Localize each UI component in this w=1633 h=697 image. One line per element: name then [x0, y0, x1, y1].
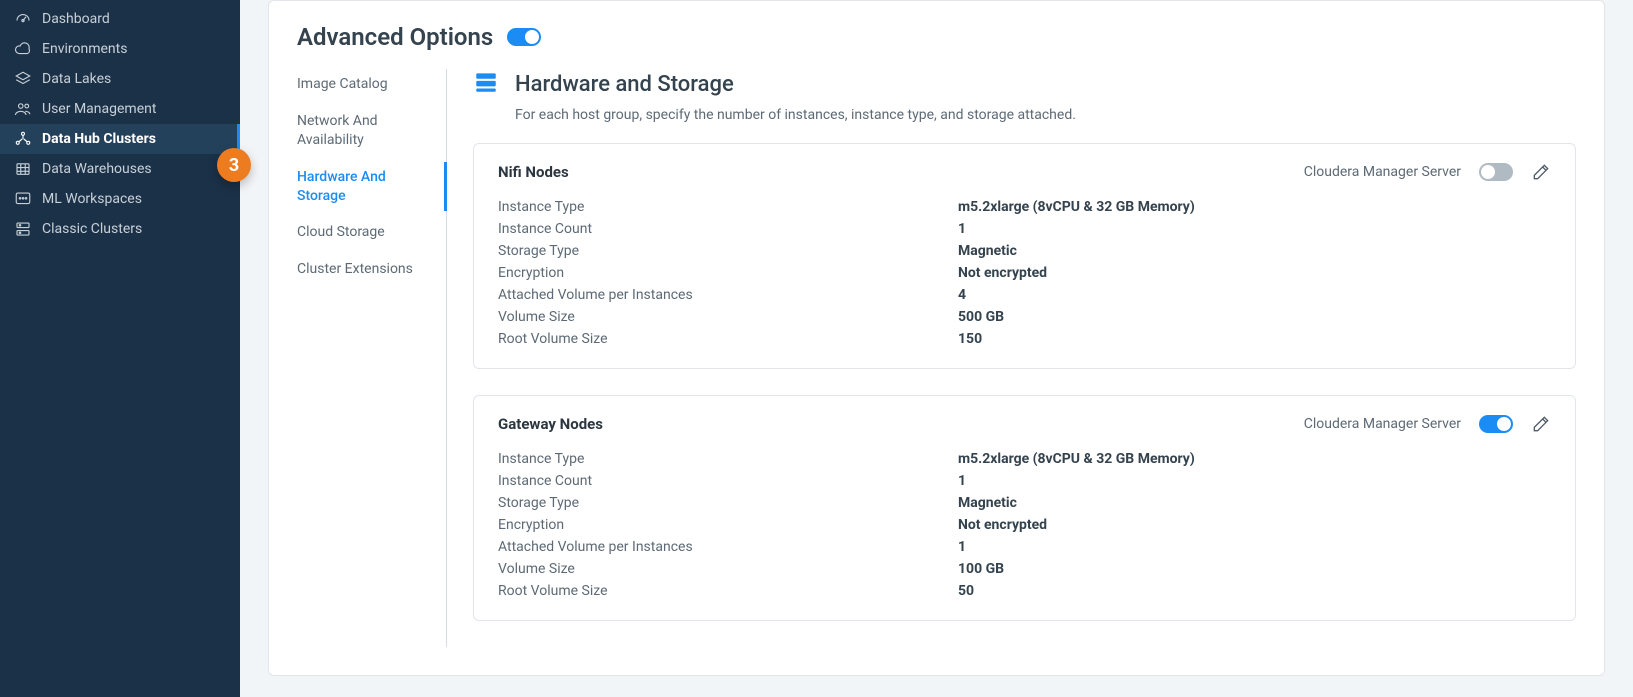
kv-row: Attached Volume per Instances1: [498, 536, 1551, 558]
subnav-item-network-availability[interactable]: Network And Availability: [297, 106, 436, 156]
kv-row: Root Volume Size150: [498, 328, 1551, 350]
left-sidebar: Dashboard Environments Data Lakes User M…: [0, 0, 240, 697]
kv-row: Attached Volume per Instances4: [498, 284, 1551, 306]
page-card: Advanced Options Image Catalog Network A…: [268, 0, 1605, 676]
hostgroup-card-gateway: Gateway Nodes Cloudera Manager Server In…: [473, 395, 1576, 621]
kv-row: Storage TypeMagnetic: [498, 492, 1551, 514]
edit-button[interactable]: [1531, 414, 1551, 434]
kv-row: Storage TypeMagnetic: [498, 240, 1551, 262]
section-body: Hardware and Storage For each host group…: [447, 69, 1576, 647]
kv-row: Root Volume Size50: [498, 580, 1551, 602]
cms-toggle[interactable]: [1479, 163, 1513, 181]
subnav-item-image-catalog[interactable]: Image Catalog: [297, 69, 436, 100]
cluster-icon: [14, 130, 32, 148]
kv-row: Instance Count1: [498, 218, 1551, 240]
advanced-options-header: Advanced Options: [297, 1, 1576, 69]
subnav-item-cluster-extensions[interactable]: Cluster Extensions: [297, 254, 436, 285]
sidebar-item-dashboard[interactable]: Dashboard: [0, 4, 240, 34]
sidebar-item-data-hub-clusters[interactable]: Data Hub Clusters: [0, 124, 240, 154]
kv-row: Volume Size100 GB: [498, 558, 1551, 580]
sidebar-item-label: Environments: [42, 41, 127, 57]
layers-icon: [14, 70, 32, 88]
card-title: Nifi Nodes: [498, 163, 569, 181]
kv-row: Instance Typem5.2xlarge (8vCPU & 32 GB M…: [498, 448, 1551, 470]
sidebar-item-label: Classic Clusters: [42, 221, 142, 237]
advanced-options-title: Advanced Options: [297, 23, 493, 51]
kv-row: Volume Size500 GB: [498, 306, 1551, 328]
sidebar-item-label: ML Workspaces: [42, 191, 142, 207]
advanced-options-toggle[interactable]: [507, 28, 541, 46]
cms-toggle[interactable]: [1479, 415, 1513, 433]
subnav: Image Catalog Network And Availability H…: [297, 69, 447, 647]
users-icon: [14, 100, 32, 118]
sidebar-item-data-warehouses[interactable]: Data Warehouses: [0, 154, 240, 184]
sidebar-item-ml-workspaces[interactable]: ML Workspaces: [0, 184, 240, 214]
main-content: Advanced Options Image Catalog Network A…: [240, 0, 1633, 697]
kv-row: EncryptionNot encrypted: [498, 514, 1551, 536]
cms-label: Cloudera Manager Server: [1304, 416, 1461, 432]
cloud-icon: [14, 40, 32, 58]
sidebar-item-label: Data Hub Clusters: [42, 131, 156, 147]
sidebar-item-data-lakes[interactable]: Data Lakes: [0, 64, 240, 94]
sidebar-item-label: Data Lakes: [42, 71, 111, 87]
section-title: Hardware and Storage: [515, 72, 734, 97]
section-subtitle: For each host group, specify the number …: [515, 107, 1576, 123]
sidebar-item-label: Data Warehouses: [42, 161, 152, 177]
sidebar-item-classic-clusters[interactable]: Classic Clusters: [0, 214, 240, 244]
sidebar-item-environments[interactable]: Environments: [0, 34, 240, 64]
step-number-badge: 3: [217, 148, 251, 182]
sidebar-item-user-management[interactable]: User Management: [0, 94, 240, 124]
server-icon: [473, 69, 499, 99]
kv-row: Instance Count1: [498, 470, 1551, 492]
sidebar-item-label: User Management: [42, 101, 156, 117]
sidebar-item-label: Dashboard: [42, 11, 110, 27]
warehouse-icon: [14, 160, 32, 178]
hostgroup-card-nifi: Nifi Nodes Cloudera Manager Server Insta…: [473, 143, 1576, 369]
subnav-item-cloud-storage[interactable]: Cloud Storage: [297, 217, 436, 248]
section-header: Hardware and Storage: [473, 69, 1576, 99]
edit-button[interactable]: [1531, 162, 1551, 182]
classic-icon: [14, 220, 32, 238]
kv-row: Instance Typem5.2xlarge (8vCPU & 32 GB M…: [498, 196, 1551, 218]
gauge-icon: [14, 10, 32, 28]
kv-row: EncryptionNot encrypted: [498, 262, 1551, 284]
ml-icon: [14, 190, 32, 208]
card-title: Gateway Nodes: [498, 415, 603, 433]
cms-label: Cloudera Manager Server: [1304, 164, 1461, 180]
subnav-item-hardware-storage[interactable]: Hardware And Storage: [297, 162, 436, 212]
